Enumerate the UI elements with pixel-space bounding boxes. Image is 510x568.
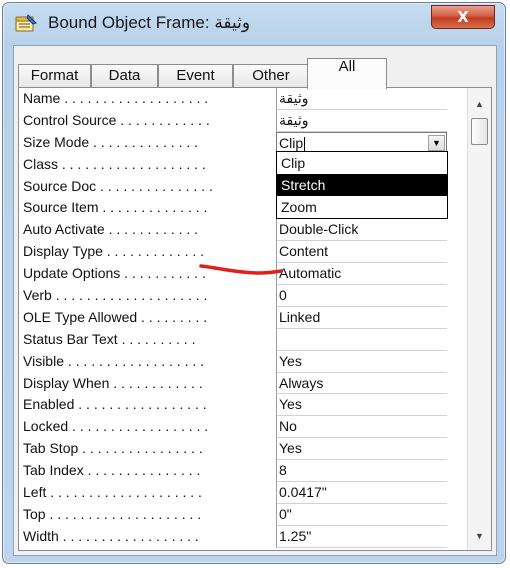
property-label: Control Source . . . . . . . . . . . . [23, 111, 210, 128]
property-row-status-bar-text[interactable]: Status Bar Text . . . . . . . . . . [23, 328, 447, 351]
close-button[interactable]: X [431, 5, 495, 29]
property-value[interactable]: Double-Click [276, 219, 447, 242]
property-label: Source Item . . . . . . . . . . . . . . [23, 199, 208, 216]
size-mode-dropdown-list: Clip Stretch Zoom [276, 151, 448, 219]
property-row-verb[interactable]: Verb . . . . . . . . . . . . . . . . . .… [23, 285, 447, 307]
property-label: Size Mode . . . . . . . . . . . . . . [23, 133, 199, 150]
property-value[interactable]: 8 [276, 460, 447, 483]
property-row-display-type[interactable]: Display Type . . . . . . . . . . . . . Co… [23, 241, 447, 264]
property-row-width[interactable]: Width . . . . . . . . . . . . . . . . . … [23, 525, 447, 548]
window-title: Bound Object Frame: وثيقة [48, 13, 251, 32]
property-row-auto-activate[interactable]: Auto Activate . . . . . . . . . . . . Dou… [23, 219, 447, 242]
property-value[interactable]: No [276, 416, 447, 439]
property-value[interactable]: Linked [276, 306, 447, 329]
property-label: Display When . . . . . . . . . . . . [23, 374, 203, 391]
size-mode-value: Clip [279, 134, 304, 151]
property-label: Status Bar Text . . . . . . . . . . [23, 330, 196, 347]
property-sheet-body: Format Data Event Other All Name . . . .… [13, 45, 497, 556]
property-label: Width . . . . . . . . . . . . . . . . . … [23, 527, 199, 544]
tab-event[interactable]: Event [158, 64, 233, 88]
property-value[interactable]: Always [276, 372, 447, 395]
property-label: Tab Index . . . . . . . . . . . . . . . [23, 462, 201, 479]
red-annotation-mark [199, 264, 283, 275]
dropdown-option-clip[interactable]: Clip [277, 152, 447, 174]
scroll-down-arrow-icon[interactable]: ▼ [468, 526, 491, 546]
property-value[interactable]: 0 [276, 285, 447, 307]
property-row-visible[interactable]: Visible . . . . . . . . . . . . . . . . … [23, 350, 447, 373]
text-caret [304, 137, 306, 152]
property-row-locked[interactable]: Locked . . . . . . . . . . . . . . . . .… [23, 416, 447, 439]
property-label: Verb . . . . . . . . . . . . . . . . . .… [23, 287, 208, 304]
property-value[interactable]: Automatic [276, 263, 447, 286]
property-label: Top . . . . . . . . . . . . . . . . . . … [23, 505, 202, 522]
property-value[interactable]: وثيقة [276, 109, 447, 132]
dropdown-option-stretch[interactable]: Stretch [277, 174, 447, 196]
property-row-tab-index[interactable]: Tab Index . . . . . . . . . . . . . . . 8 [23, 460, 447, 483]
chevron-down-icon[interactable]: ▼ [428, 134, 445, 151]
property-value[interactable]: وثيقة [276, 88, 447, 110]
property-value[interactable] [276, 328, 447, 351]
property-value[interactable]: 0" [276, 503, 447, 526]
property-row-left[interactable]: Left . . . . . . . . . . . . . . . . . .… [23, 482, 447, 504]
vertical-scrollbar[interactable]: ▲ ▼ [467, 88, 491, 550]
property-label: Auto Activate . . . . . . . . . . . . [23, 221, 199, 238]
property-label: OLE Type Allowed . . . . . . . . . [23, 308, 208, 325]
property-value[interactable]: 0.0417" [276, 482, 447, 504]
property-label: Tab Stop . . . . . . . . . . . . . . . . [23, 440, 203, 457]
property-value[interactable]: Yes [276, 350, 447, 373]
property-label: Display Type . . . . . . . . . . . . . [23, 243, 205, 260]
property-label: Left . . . . . . . . . . . . . . . . . .… [23, 484, 202, 501]
property-label: Source Doc . . . . . . . . . . . . . . . [23, 177, 213, 194]
property-value[interactable]: 1.25" [276, 525, 447, 548]
scroll-up-arrow-icon[interactable]: ▲ [468, 94, 491, 114]
property-row-ole-type-allowed[interactable]: OLE Type Allowed . . . . . . . . . Linked [23, 306, 447, 329]
property-value[interactable]: Yes [276, 438, 447, 461]
property-value[interactable]: Yes [276, 394, 447, 417]
property-row-top[interactable]: Top . . . . . . . . . . . . . . . . . . … [23, 503, 447, 526]
property-sheet-window: Bound Object Frame: وثيقة X Format Data … [2, 2, 506, 564]
title-bar[interactable]: Bound Object Frame: وثيقة X [3, 3, 505, 43]
tab-strip: Format Data Event Other All [18, 58, 488, 89]
tab-other[interactable]: Other [233, 64, 309, 88]
property-row-tab-stop[interactable]: Tab Stop . . . . . . . . . . . . . . . .… [23, 438, 447, 461]
property-label: Visible . . . . . . . . . . . . . . . . … [23, 352, 205, 369]
properties-panel: Name . . . . . . . . . . . . . . . . . .… [18, 87, 492, 551]
property-label: Class . . . . . . . . . . . . . . . . . … [23, 155, 206, 172]
property-row-name[interactable]: Name . . . . . . . . . . . . . . . . . .… [23, 88, 447, 110]
scrollbar-thumb[interactable] [471, 118, 488, 145]
property-row-control-source[interactable]: Control Source . . . . . . . . . . . . وث… [23, 109, 447, 132]
property-label: Locked . . . . . . . . . . . . . . . . .… [23, 418, 209, 435]
tab-all[interactable]: All [307, 58, 387, 89]
property-sheet-icon [15, 14, 37, 32]
property-label: Enabled . . . . . . . . . . . . . . . . … [23, 396, 207, 413]
property-row-enabled[interactable]: Enabled . . . . . . . . . . . . . . . . … [23, 394, 447, 417]
property-label: Name . . . . . . . . . . . . . . . . . .… [23, 90, 209, 106]
dropdown-option-zoom[interactable]: Zoom [277, 196, 447, 218]
tab-format[interactable]: Format [18, 64, 91, 88]
tab-data[interactable]: Data [91, 64, 158, 88]
property-value[interactable]: Content [276, 241, 447, 264]
property-row-display-when[interactable]: Display When . . . . . . . . . . . . Alwa… [23, 372, 447, 395]
